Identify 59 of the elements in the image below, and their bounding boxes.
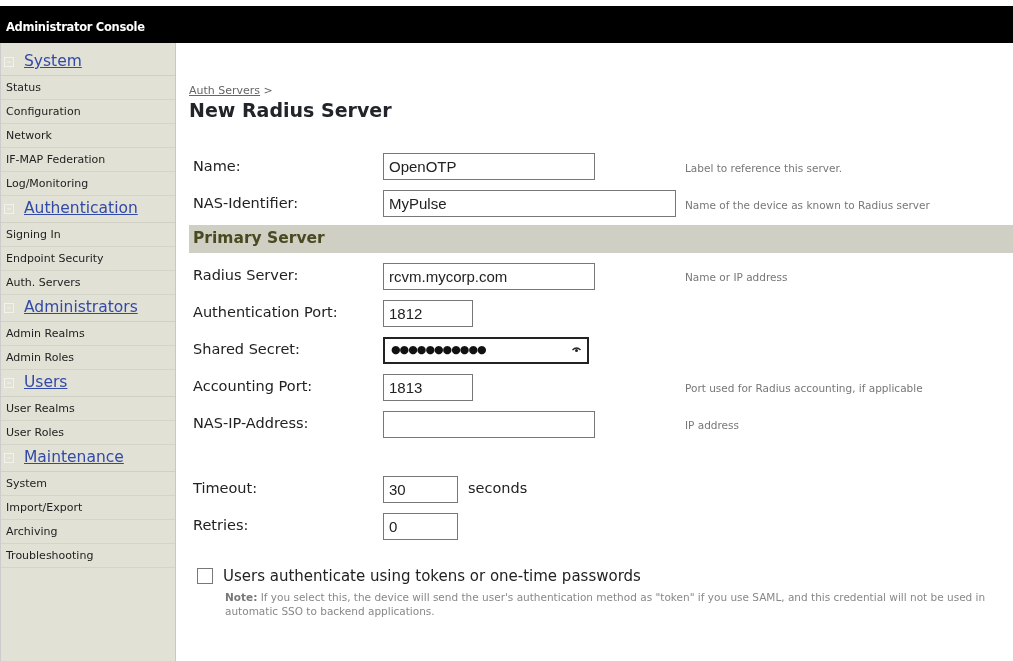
field-label: NAS-Identifier: [192,194,300,213]
text-field[interactable]: 1813 [383,373,473,401]
sidebar-item[interactable]: Auth. Servers [1,271,175,295]
field-label: Retries: [192,516,250,536]
sidebar-section-link[interactable]: Maintenance [24,446,124,470]
field-hint: IP address [685,419,740,432]
sidebar-item[interactable]: User Roles [1,421,175,445]
sidebar-section-link[interactable]: Authentication [24,197,138,221]
unit-label: seconds [468,479,528,499]
sidebar-item[interactable]: Import/Export [1,496,175,520]
field-label: Authentication Port: [192,303,339,323]
text-field[interactable]: MyPulse [383,190,676,218]
breadcrumb-separator: > [263,84,273,97]
sidebar-item[interactable]: Endpoint Security [1,247,175,271]
text-field[interactable]: 1812 [383,299,473,327]
field-hint: Name or IP address [685,271,788,284]
field-label: Shared Secret: [192,340,301,360]
sidebar-item[interactable]: Admin Roles [1,346,175,370]
collapse-icon[interactable] [4,453,14,463]
text-field[interactable] [383,410,595,438]
field-label: NAS-IP-Address: [192,414,310,434]
field-label: Timeout: [192,479,259,499]
sidebar-item[interactable]: Network [1,124,175,148]
sidebar-item[interactable]: User Realms [1,397,175,421]
sidebar-item[interactable]: Signing In [1,223,175,247]
collapse-icon[interactable] [4,303,14,313]
collapse-icon[interactable] [4,204,14,214]
text-field[interactable]: rcvm.mycorp.com [383,262,595,290]
note-text: Note: If you select this, the device will send the user's authentication method as "token" if you use SAML, and this credential will not be used in automatic SSO to backend applications. [225,591,987,619]
field-hint: Label to reference this server. [685,161,843,174]
sidebar-item[interactable]: Status [1,76,175,100]
field-label: Accounting Port: [192,377,314,397]
sidebar-item[interactable]: Admin Realms [1,322,175,346]
sidebar-item[interactable]: Log/Monitoring [1,172,175,196]
sidebar-item[interactable]: System [1,472,175,496]
checkbox-label[interactable]: Users authenticate using tokens or one-time passwords [223,564,641,588]
text-field[interactable]: 30 [383,475,458,503]
password-field[interactable]: ●●●●●●●●●●● [383,336,589,364]
sidebar-section-link[interactable]: Users [24,371,68,395]
sidebar-item[interactable]: Archiving [1,520,175,544]
breadcrumb-link[interactable]: Auth Servers [189,84,261,97]
page-title: New Radius Server [189,99,393,121]
eye-icon[interactable] [572,347,581,354]
collapse-icon[interactable] [4,57,14,67]
field-hint: Port used for Radius accounting, if applicable [685,382,923,395]
text-field[interactable]: 0 [383,512,458,540]
collapse-icon[interactable] [4,378,14,388]
window-title: Administrator Console [6,20,145,34]
section-header: Primary Server [189,225,1013,253]
text-field[interactable]: OpenOTP [383,153,595,181]
checkbox[interactable] [197,567,213,584]
sidebar-section-link[interactable]: Administrators [24,296,138,320]
sidebar-item[interactable]: Configuration [1,100,175,124]
field-label: Radius Server: [192,266,300,286]
sidebar-section-link[interactable]: System [24,50,82,74]
sidebar-item[interactable]: Troubleshooting [1,544,175,568]
field-label: Name: [192,157,242,176]
field-hint: Name of the device as known to Radius server [685,198,930,211]
sidebar-item[interactable]: IF-MAP Federation [1,148,175,172]
